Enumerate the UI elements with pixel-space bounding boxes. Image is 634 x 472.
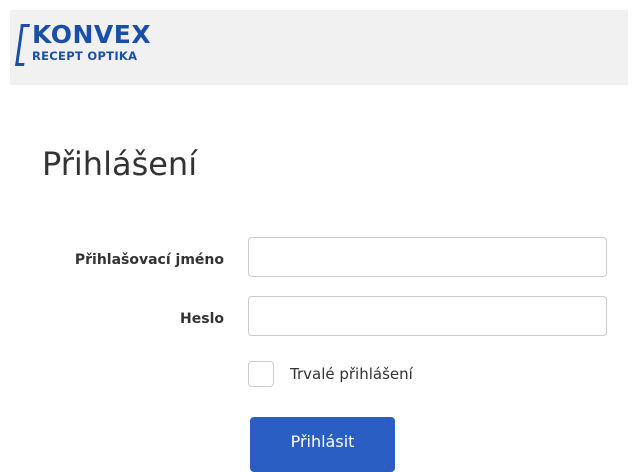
remember-label[interactable]: Trvalé přihlášení	[290, 363, 413, 385]
remember-checkbox[interactable]	[248, 361, 274, 387]
logo-tagline: RECEPT OPTIKA	[32, 49, 138, 63]
username-label: Přihlašovací jméno	[74, 252, 224, 268]
username-input[interactable]	[248, 237, 607, 277]
login-button[interactable]: Přihlásit	[250, 417, 395, 472]
konvex-logo[interactable]: KONVEX RECEPT OPTIKA	[15, 20, 188, 81]
logo-brand: KONVEX	[32, 20, 152, 49]
logo-bracket-icon	[15, 24, 30, 66]
page-title: Přihlášení	[42, 145, 198, 183]
password-label: Heslo	[180, 311, 224, 327]
header-bar: KONVEX RECEPT OPTIKA	[10, 10, 628, 85]
password-input[interactable]	[248, 296, 607, 336]
